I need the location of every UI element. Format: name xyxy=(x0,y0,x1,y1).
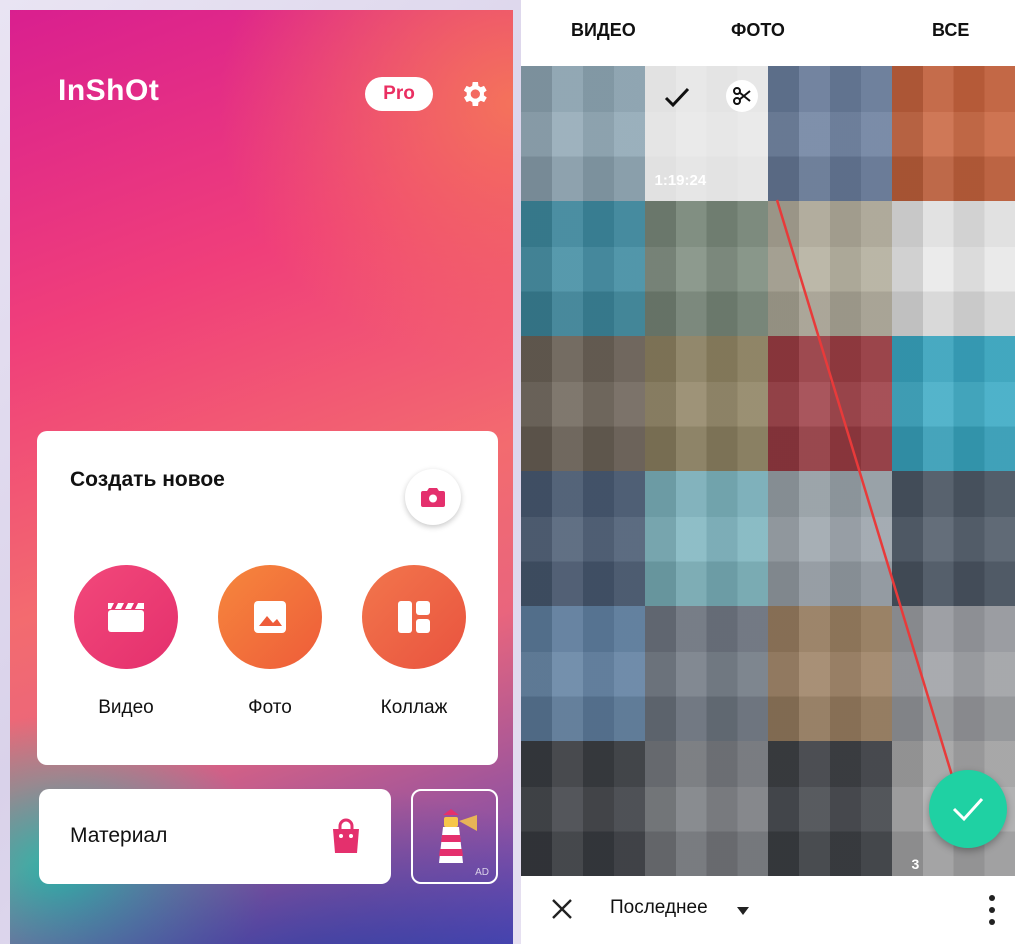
video-duration: 1:19:24 xyxy=(654,172,707,189)
media-thumbnail[interactable] xyxy=(891,336,1015,471)
gear-icon[interactable] xyxy=(458,78,490,110)
media-thumbnail[interactable] xyxy=(521,201,645,336)
media-thumbnail[interactable] xyxy=(644,741,768,876)
media-thumbnail[interactable] xyxy=(891,66,1015,201)
photo-label: Фото xyxy=(248,697,292,718)
tab-video[interactable]: ВИДЕО xyxy=(571,20,636,41)
more-vertical-icon[interactable] xyxy=(987,892,997,928)
check-icon xyxy=(952,797,984,822)
collage-layout-icon xyxy=(398,601,430,633)
caret-down-icon[interactable] xyxy=(737,907,749,915)
clapperboard-icon xyxy=(108,603,144,632)
media-thumbnail[interactable] xyxy=(768,201,892,336)
new-photo-button[interactable]: Фото xyxy=(215,565,325,719)
confirm-selection-button[interactable] xyxy=(929,770,1007,848)
media-thumbnail[interactable] xyxy=(768,741,892,876)
media-thumbnail[interactable] xyxy=(768,336,892,471)
media-thumbnail[interactable] xyxy=(521,66,645,201)
media-thumbnail[interactable] xyxy=(644,336,768,471)
folder-selector[interactable]: Последнее xyxy=(610,897,708,919)
media-thumbnail[interactable] xyxy=(768,66,892,201)
media-thumbnail[interactable] xyxy=(891,606,1015,741)
create-new-title: Создать новое xyxy=(70,468,225,491)
inshot-home-screen: InShOt Pro Создать новое Видео Фото Колл… xyxy=(10,10,513,944)
ad-label: AD xyxy=(475,867,489,878)
media-thumbnail[interactable] xyxy=(768,606,892,741)
video-circle[interactable] xyxy=(74,565,178,669)
lighthouse-icon xyxy=(439,809,477,863)
trim-button[interactable] xyxy=(726,80,758,112)
ad-button[interactable]: AD xyxy=(411,789,498,884)
media-tabs: ВИДЕО ФОТО ВСЕ xyxy=(521,0,1015,66)
pro-button[interactable]: Pro xyxy=(365,77,433,111)
picker-bottom-bar: Последнее xyxy=(521,876,1015,944)
tab-photo[interactable]: ФОТО xyxy=(731,20,785,41)
item-count: 3 xyxy=(911,856,920,872)
collage-label: Коллаж xyxy=(380,697,448,718)
collage-circle[interactable] xyxy=(362,565,466,669)
material-label: Материал xyxy=(70,824,168,847)
new-video-button[interactable]: Видео xyxy=(71,565,181,719)
new-collage-button[interactable]: Коллаж xyxy=(359,565,469,719)
video-label: Видео xyxy=(98,697,154,718)
photo-circle[interactable] xyxy=(218,565,322,669)
media-thumbnail[interactable] xyxy=(644,471,768,606)
media-picker-screen: ВИДЕО ФОТО ВСЕ 1:19:24 3 Последнее xyxy=(521,0,1015,944)
media-thumbnail[interactable] xyxy=(521,741,645,876)
shopping-bag-icon xyxy=(333,818,359,853)
media-thumbnail[interactable] xyxy=(644,606,768,741)
image-icon xyxy=(254,601,286,633)
media-thumbnail[interactable] xyxy=(891,471,1015,606)
media-thumbnail[interactable] xyxy=(768,471,892,606)
close-icon[interactable] xyxy=(551,898,573,920)
camera-button[interactable] xyxy=(405,469,461,525)
material-button[interactable]: Материал xyxy=(39,789,391,884)
app-logo: InShOt xyxy=(58,74,160,107)
media-thumbnail[interactable] xyxy=(644,201,768,336)
media-thumbnail[interactable] xyxy=(521,471,645,606)
create-new-card: Создать новое Видео Фото Коллаж xyxy=(37,431,498,765)
media-thumbnail[interactable]: 1:19:24 xyxy=(644,66,768,201)
check-icon[interactable] xyxy=(663,84,691,112)
media-grid: 1:19:24 3 xyxy=(521,66,1015,876)
media-thumbnail[interactable] xyxy=(521,606,645,741)
tab-all[interactable]: ВСЕ xyxy=(932,20,969,41)
camera-icon xyxy=(421,488,445,507)
scissors-icon xyxy=(733,87,751,105)
selected-overlay: 1:19:24 xyxy=(644,66,768,201)
media-thumbnail[interactable] xyxy=(521,336,645,471)
media-thumbnail[interactable] xyxy=(891,201,1015,336)
